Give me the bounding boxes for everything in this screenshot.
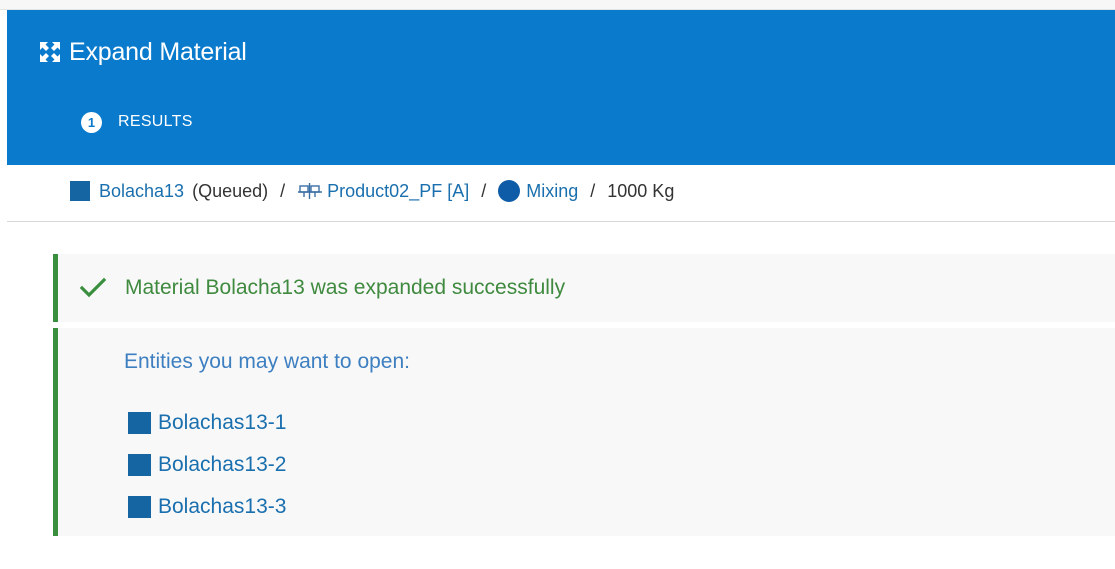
breadcrumb-separator: / <box>590 180 596 201</box>
entity-link-bolachas13-1[interactable]: Bolachas13-1 <box>128 402 286 444</box>
expand-arrows-icon <box>39 41 61 63</box>
entity-label: Bolachas13-3 <box>158 495 287 518</box>
material-status: (Queued) <box>192 180 269 201</box>
step-number-badge: 1 <box>81 111 102 133</box>
material-square-icon <box>70 181 90 201</box>
entity-list: Bolachas13-1 Bolachas13-2 Bolachas13-3 <box>128 402 286 528</box>
entities-panel: Entities you may want to open: Bolachas1… <box>53 328 1115 536</box>
success-message: Material Bolacha13 was expanded successf… <box>125 276 566 299</box>
step-circle-icon <box>498 180 521 202</box>
entity-label: Bolachas13-2 <box>158 453 287 476</box>
wizard-title: Expand Material <box>69 37 247 66</box>
product-icon <box>297 181 323 201</box>
material-square-icon <box>128 454 151 476</box>
breadcrumb-quantity: 1000 Kg <box>607 180 675 201</box>
breadcrumb-separator: / <box>481 180 487 201</box>
wizard-step-results[interactable]: 1 RESULTS <box>81 110 193 134</box>
breadcrumb: Bolacha13 (Queued) / Product02_PF [A] / … <box>70 176 674 206</box>
window-top-strip <box>0 0 1115 10</box>
material-square-icon <box>128 412 151 434</box>
check-icon <box>79 277 107 299</box>
breadcrumb-separator: / <box>280 180 286 201</box>
entity-link-bolachas13-3[interactable]: Bolachas13-3 <box>128 486 286 528</box>
entity-link-bolachas13-2[interactable]: Bolachas13-2 <box>128 444 286 486</box>
success-message-box: Material Bolacha13 was expanded successf… <box>53 254 1115 322</box>
breadcrumb-product-link[interactable]: Product02_PF [A] <box>327 181 469 202</box>
step-label: RESULTS <box>118 113 193 130</box>
wizard-title-row: Expand Material <box>39 37 247 67</box>
entity-label: Bolachas13-1 <box>158 411 287 434</box>
section-divider <box>7 221 1115 222</box>
breadcrumb-material-link[interactable]: Bolacha13 <box>99 181 184 202</box>
entities-title: Entities you may want to open: <box>124 350 410 373</box>
material-square-icon <box>128 496 151 518</box>
breadcrumb-step-link[interactable]: Mixing <box>526 181 578 202</box>
wizard-header: Expand Material 1 RESULTS <box>7 10 1115 165</box>
